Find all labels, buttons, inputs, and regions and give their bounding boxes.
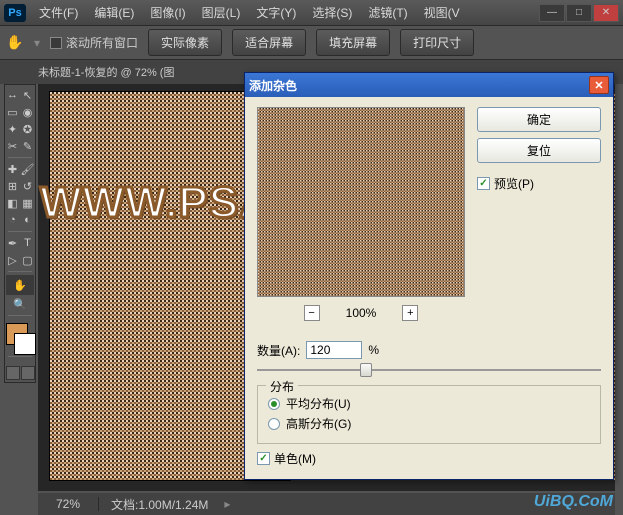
- fill-screen-button[interactable]: 填充屏幕: [316, 29, 390, 56]
- actual-pixels-button[interactable]: 实际像素: [148, 29, 222, 56]
- hand-tool-icon: ✋: [6, 34, 24, 52]
- options-bar: ✋ ▾ 滚动所有窗口 实际像素 适合屏幕 填充屏幕 打印尺寸: [0, 26, 623, 60]
- crop-tool-icon[interactable]: ✂: [6, 138, 20, 154]
- amount-slider[interactable]: [257, 361, 601, 379]
- amount-unit: %: [368, 343, 379, 357]
- eraser-tool-icon[interactable]: ◧: [6, 195, 20, 211]
- zoom-value: 100%: [346, 306, 377, 320]
- move-tool-icon[interactable]: ↔: [6, 87, 20, 103]
- preview-checkbox[interactable]: ✓预览(P): [477, 175, 601, 192]
- status-docinfo[interactable]: 文档:1.00M/1.24M: [99, 496, 220, 513]
- fit-screen-button[interactable]: 适合屏幕: [232, 29, 306, 56]
- gaussian-radio[interactable]: 高斯分布(G): [268, 415, 590, 432]
- dialog-titlebar[interactable]: 添加杂色 ✕: [245, 73, 613, 97]
- hand-tool-icon[interactable]: ✋: [6, 275, 34, 295]
- quickmask-icon[interactable]: [6, 366, 20, 380]
- credit-text: UiBQ.CoM: [534, 493, 613, 511]
- slider-thumb[interactable]: [360, 363, 372, 377]
- eyedropper-tool-icon[interactable]: ✎: [21, 138, 35, 154]
- monochrome-checkbox[interactable]: ✓单色(M): [257, 450, 601, 467]
- noise-preview[interactable]: [257, 107, 465, 297]
- document-tab[interactable]: 未标题-1-恢复的 @ 72% (图: [38, 64, 174, 80]
- minimize-button[interactable]: —: [539, 4, 565, 22]
- pen-tool-icon[interactable]: ✒: [6, 235, 20, 251]
- window-controls: — □ ✕: [539, 4, 619, 22]
- gradient-tool-icon[interactable]: ▦: [21, 195, 35, 211]
- menu-bar: 文件(F) 编辑(E) 图像(I) 图层(L) 文字(Y) 选择(S) 滤镜(T…: [32, 1, 467, 24]
- type-tool-icon[interactable]: T: [21, 235, 35, 251]
- history-brush-icon[interactable]: ↺: [21, 178, 35, 194]
- tool-panel: ↔↖ ▭◉ ✦✪ ✂✎ ✚🖌 ⊞↺ ◧▦ ◔◐ ✒T ▷▢ ✋ 🔍: [4, 84, 36, 383]
- status-zoom[interactable]: 72%: [38, 497, 99, 511]
- background-color-swatch[interactable]: [14, 333, 36, 355]
- add-noise-dialog: 添加杂色 ✕ − 100% + 确定 复位 ✓预览(P) 数量(A): % 分布: [244, 72, 614, 480]
- uniform-radio[interactable]: 平均分布(U): [268, 395, 590, 412]
- marquee-tool-icon[interactable]: ▭: [6, 104, 20, 120]
- status-arrow-icon[interactable]: ▸: [224, 497, 230, 511]
- dialog-close-button[interactable]: ✕: [589, 76, 609, 94]
- distribution-label: 分布: [266, 378, 298, 395]
- zoom-tool-icon[interactable]: 🔍: [6, 296, 34, 312]
- menu-file[interactable]: 文件(F): [32, 1, 85, 24]
- menu-select[interactable]: 选择(S): [305, 1, 359, 24]
- app-logo: Ps: [4, 4, 26, 22]
- wand-tool-icon[interactable]: ✦: [6, 121, 20, 137]
- healing-tool-icon[interactable]: ✚: [6, 161, 20, 177]
- screenmode-icon[interactable]: [21, 366, 35, 380]
- distribution-group: 分布 平均分布(U) 高斯分布(G): [257, 385, 601, 444]
- window-titlebar: Ps 文件(F) 编辑(E) 图像(I) 图层(L) 文字(Y) 选择(S) 滤…: [0, 0, 623, 26]
- zoom-in-button[interactable]: +: [402, 305, 418, 321]
- menu-type[interactable]: 文字(Y): [249, 1, 303, 24]
- arrow-tool-icon[interactable]: ↖: [21, 87, 35, 103]
- menu-layer[interactable]: 图层(L): [195, 1, 248, 24]
- amount-input[interactable]: [306, 341, 362, 359]
- ok-button[interactable]: 确定: [477, 107, 601, 132]
- dodge-tool-icon[interactable]: ◐: [21, 212, 35, 228]
- menu-view[interactable]: 视图(V: [417, 1, 467, 24]
- print-size-button[interactable]: 打印尺寸: [400, 29, 474, 56]
- zoom-out-button[interactable]: −: [304, 305, 320, 321]
- menu-filter[interactable]: 滤镜(T): [361, 1, 414, 24]
- menu-image[interactable]: 图像(I): [143, 1, 192, 24]
- quick-select-tool-icon[interactable]: ✪: [21, 121, 35, 137]
- stamp-tool-icon[interactable]: ⊞: [6, 178, 20, 194]
- brush-tool-icon[interactable]: 🖌: [21, 161, 35, 177]
- scroll-all-checkbox[interactable]: 滚动所有窗口: [50, 34, 138, 51]
- maximize-button[interactable]: □: [566, 4, 592, 22]
- reset-button[interactable]: 复位: [477, 138, 601, 163]
- close-button[interactable]: ✕: [593, 4, 619, 22]
- path-select-icon[interactable]: ▷: [6, 252, 20, 268]
- shape-tool-icon[interactable]: ▢: [21, 252, 35, 268]
- amount-label: 数量(A):: [257, 342, 300, 359]
- menu-edit[interactable]: 编辑(E): [87, 1, 141, 24]
- status-bar: 72% 文档:1.00M/1.24M ▸: [38, 493, 615, 515]
- blur-tool-icon[interactable]: ◔: [6, 212, 20, 228]
- dialog-title: 添加杂色: [249, 77, 297, 94]
- lasso-tool-icon[interactable]: ◉: [21, 104, 35, 120]
